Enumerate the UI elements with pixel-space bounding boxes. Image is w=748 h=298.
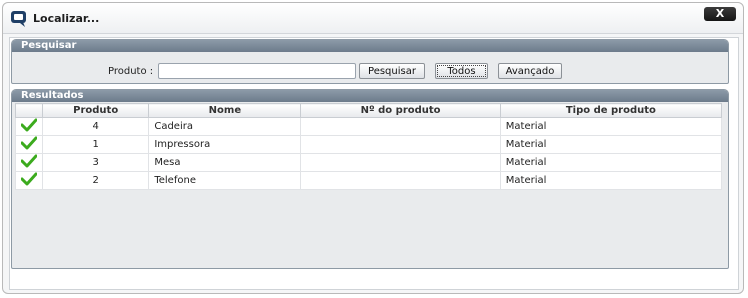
dialog-titlebar[interactable]: Localizar... X: [3, 3, 743, 34]
search-group: Pesquisar Produto : Pesquisar Todos Avan…: [11, 39, 729, 84]
cell-tipo: Material: [499, 153, 723, 172]
cell-tipo: Material: [499, 171, 723, 190]
table-row[interactable]: 1 Impressora Material: [15, 135, 723, 154]
table-row[interactable]: 2 Telefone Material: [15, 171, 723, 190]
checkmark-icon[interactable]: [20, 136, 38, 150]
produto-input[interactable]: [158, 63, 356, 79]
advanced-button[interactable]: Avançado: [498, 63, 562, 79]
table-row[interactable]: 3 Mesa Material: [15, 153, 723, 172]
cell-numero: [300, 135, 501, 154]
dialog-title: Localizar...: [33, 12, 100, 25]
row-select-cell[interactable]: [15, 135, 43, 154]
cell-nome: Telefone: [148, 171, 302, 190]
cell-nome: Impressora: [148, 135, 302, 154]
cell-produto: 2: [41, 171, 150, 190]
results-group-header: Resultados: [12, 90, 728, 102]
row-select-cell[interactable]: [15, 171, 43, 190]
cell-numero: [300, 171, 501, 190]
results-empty-area: [15, 190, 722, 262]
chat-bubble-icon: [11, 11, 26, 27]
cell-nome: Cadeira: [148, 117, 302, 136]
results-group: Resultados Produto Nome Nº do produto Ti…: [11, 89, 729, 269]
all-button[interactable]: Todos: [435, 63, 488, 79]
cell-produto: 1: [41, 135, 150, 154]
row-select-cell[interactable]: [15, 153, 43, 172]
table-header-row: Produto Nome Nº do produto Tipo de produ…: [15, 103, 723, 118]
cell-produto: 3: [41, 153, 150, 172]
checkmark-icon[interactable]: [20, 118, 38, 132]
checkmark-icon[interactable]: [20, 172, 38, 186]
results-table: Produto Nome Nº do produto Tipo de produ…: [15, 103, 723, 190]
checkmark-icon[interactable]: [20, 154, 38, 168]
cell-produto: 4: [41, 117, 150, 136]
column-header-nome[interactable]: Nome: [148, 103, 302, 118]
column-header-produto[interactable]: Produto: [41, 103, 150, 118]
close-button[interactable]: X: [704, 7, 736, 21]
column-header-numero[interactable]: Nº do produto: [300, 103, 501, 118]
search-group-header: Pesquisar: [12, 40, 728, 52]
cell-numero: [300, 117, 501, 136]
cell-tipo: Material: [499, 117, 723, 136]
cell-tipo: Material: [499, 135, 723, 154]
table-row[interactable]: 4 Cadeira Material: [15, 117, 723, 136]
cell-nome: Mesa: [148, 153, 302, 172]
column-header-tipo[interactable]: Tipo de produto: [499, 103, 723, 118]
column-header-select[interactable]: [15, 103, 43, 118]
cell-numero: [300, 153, 501, 172]
search-button[interactable]: Pesquisar: [359, 63, 425, 79]
row-select-cell[interactable]: [15, 117, 43, 136]
produto-label: Produto :: [108, 66, 154, 77]
